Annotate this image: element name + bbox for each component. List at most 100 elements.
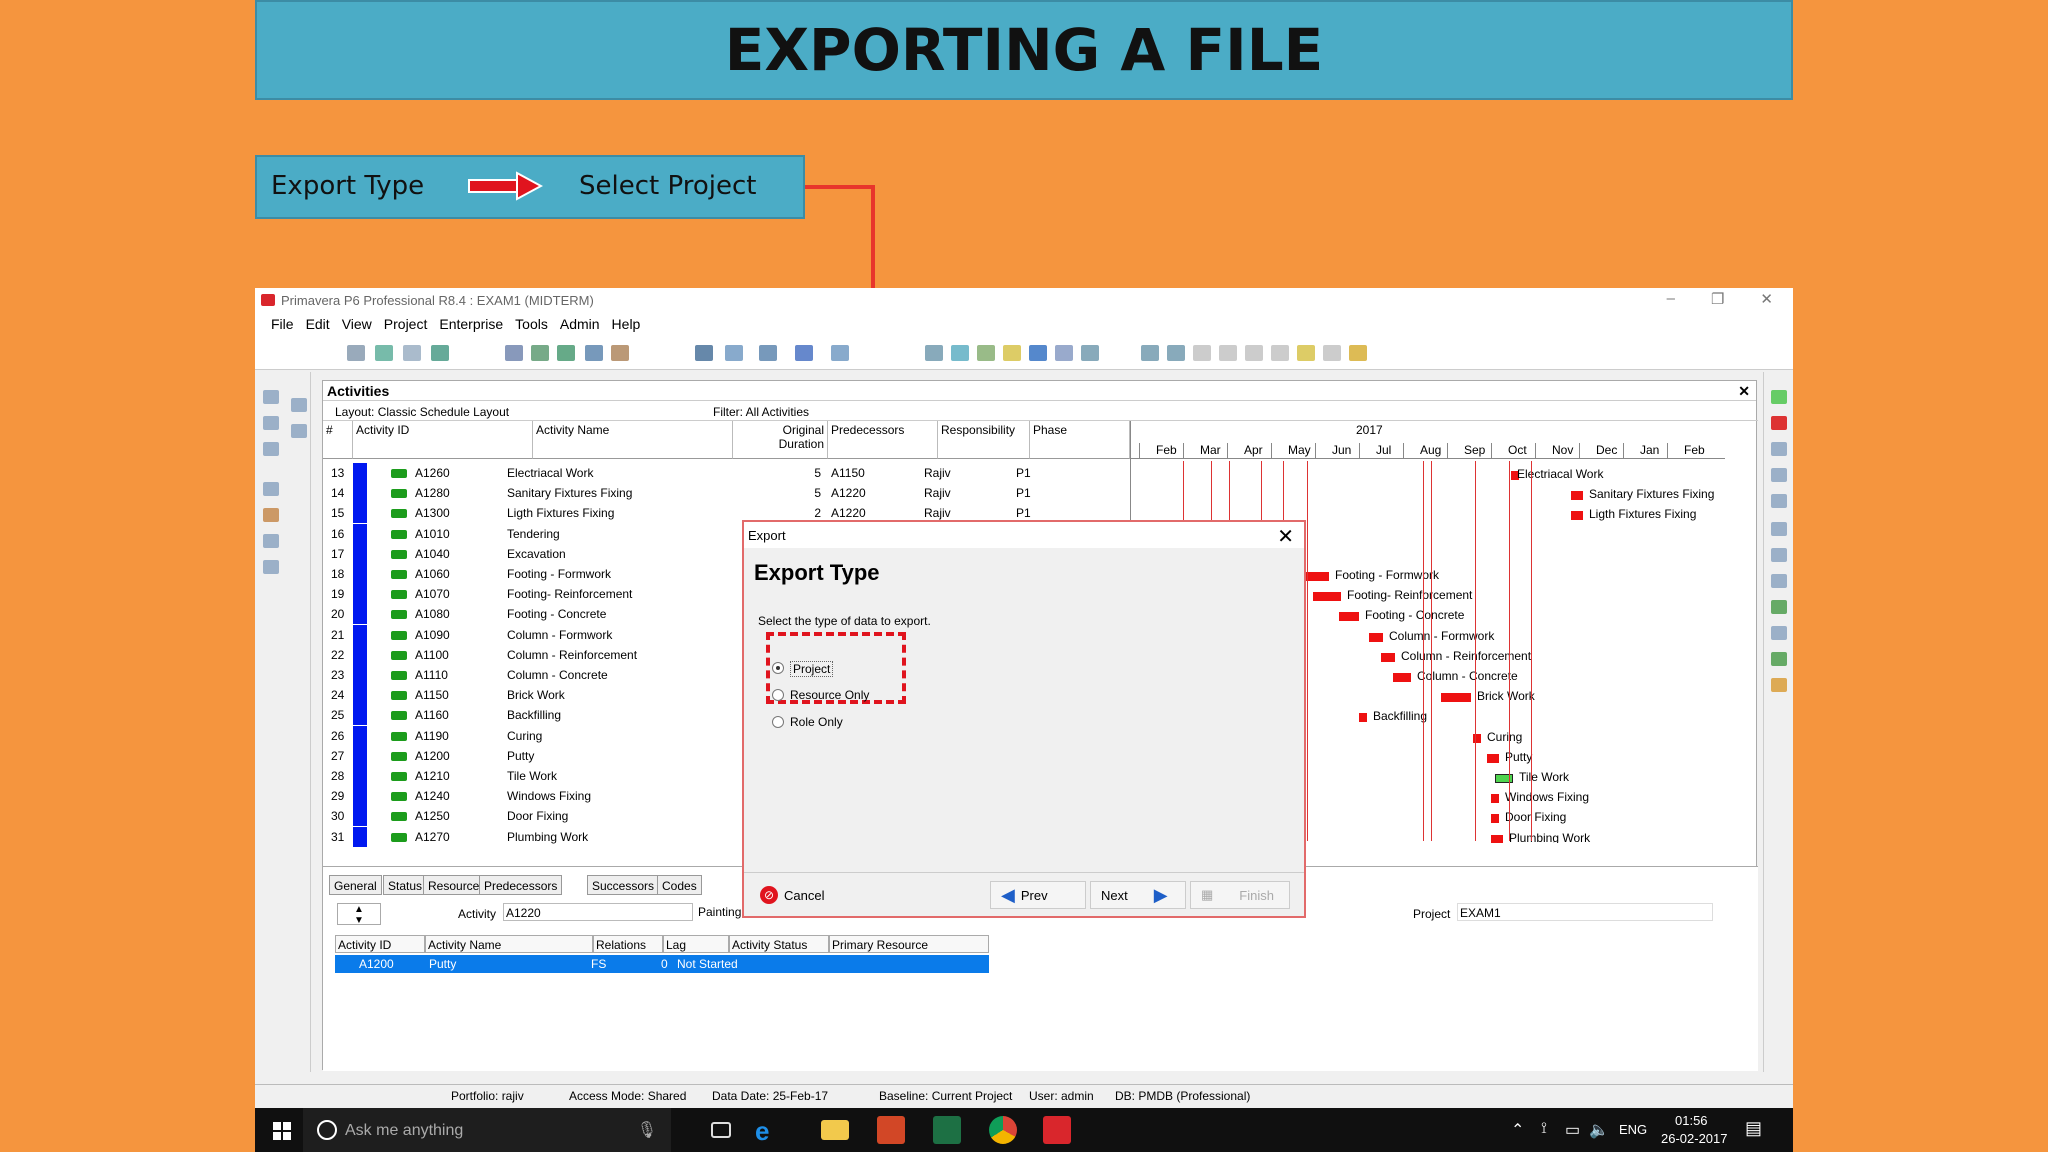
row-activity-id: A1070 [415, 587, 450, 602]
gantt-bar[interactable] [1487, 753, 1499, 763]
gantt-bar[interactable] [1313, 592, 1341, 602]
option-role-only-label[interactable]: Role Only [790, 715, 843, 729]
excel-icon[interactable] [933, 1116, 961, 1144]
row-activity-id: A1100 [415, 647, 449, 662]
chrome-icon[interactable] [989, 1116, 1017, 1144]
layout-label[interactable]: Layout: Classic Schedule Layout [335, 405, 509, 419]
table-row[interactable]: 14 A1280 Sanitary Fixtures Fixing 5 A1220 Raj… [323, 483, 1113, 504]
restore-icon[interactable]: ❐ [1711, 290, 1724, 308]
tab-predecessors[interactable]: Predecessors [479, 875, 563, 895]
menu-view[interactable]: View [342, 316, 372, 332]
next-button[interactable]: Next ▶ [1090, 881, 1186, 909]
network-icon[interactable]: ⟟ [1541, 1120, 1547, 1138]
search-box[interactable]: Ask me anything 🎙 [303, 1108, 671, 1152]
minimize-icon[interactable]: – [1667, 290, 1675, 308]
tab-codes[interactable]: Codes [657, 875, 702, 895]
dialog-close-icon[interactable]: ✕ [1277, 524, 1294, 549]
row-activity-name: Door Fixing [507, 809, 569, 824]
gantt-bar[interactable] [1359, 713, 1367, 723]
filter-label[interactable]: Filter: All Activities [713, 405, 809, 419]
menu-project[interactable]: Project [384, 316, 428, 332]
edge-icon[interactable]: e [755, 1116, 783, 1146]
col-header-num[interactable]: # [323, 421, 353, 459]
col-header-activity-id[interactable]: Activity ID [353, 421, 533, 459]
gantt-bar[interactable] [1369, 632, 1383, 642]
status-baseline: Baseline: Current Project [879, 1089, 1013, 1103]
gantt-month-label: Aug [1403, 443, 1447, 459]
col-header-phase[interactable]: Phase [1030, 421, 1130, 459]
primavera-taskbar-icon[interactable] [1043, 1116, 1071, 1144]
activity-status-icon [391, 711, 407, 721]
gantt-bar[interactable] [1571, 491, 1583, 501]
menu-tools[interactable]: Tools [515, 316, 548, 332]
project-field[interactable]: EXAM1 [1457, 903, 1713, 921]
row-activity-id: A1250 [415, 809, 450, 824]
tray-chevron-icon[interactable]: ⌃ [1511, 1120, 1524, 1140]
close-icon[interactable]: ✕ [1760, 290, 1773, 308]
col-header-responsibility[interactable]: Responsibility [938, 421, 1030, 459]
gantt-bar[interactable] [1571, 511, 1583, 521]
menu-edit[interactable]: Edit [306, 316, 330, 332]
activity-status-icon [391, 731, 407, 741]
row-responsibility: Rajiv [924, 466, 951, 480]
tab-successors[interactable]: Successors [587, 875, 660, 895]
gantt-bar[interactable] [1491, 834, 1503, 843]
finish-button[interactable]: ▦ Finish [1190, 881, 1290, 909]
menu-file[interactable]: File [271, 316, 294, 332]
col-header[interactable]: Activity Status [729, 935, 829, 953]
row-activity-name: Column - Reinforcement [507, 647, 638, 662]
radio-project[interactable] [772, 662, 784, 674]
next-label: Next [1101, 887, 1128, 903]
table-row[interactable]: A1200 Putty FS 0 Not Started [335, 955, 989, 973]
row-number: 21 [331, 627, 345, 642]
col-header-activity-name[interactable]: Activity Name [533, 421, 733, 459]
gantt-bar[interactable] [1339, 612, 1359, 622]
col-header[interactable]: Activity ID [335, 935, 425, 953]
option-project-label[interactable]: Project [790, 661, 834, 677]
toolbar [255, 336, 1793, 370]
col-header-duration[interactable]: Original Duration [733, 421, 828, 459]
battery-icon[interactable]: ▭ [1565, 1120, 1580, 1140]
gantt-bar[interactable] [1495, 774, 1513, 783]
col-header[interactable]: Relations [593, 935, 663, 953]
panel-close-icon[interactable]: ✕ [1738, 383, 1750, 400]
col-header[interactable]: Primary Resource [829, 935, 989, 953]
tab-status[interactable]: Status [383, 875, 428, 895]
gantt-bar-label: Column - Concrete [1417, 669, 1518, 683]
tab-general[interactable]: General [329, 875, 382, 895]
language-indicator[interactable]: ENG [1619, 1122, 1647, 1137]
row-color-bar [353, 624, 367, 645]
gantt-bar[interactable] [1441, 693, 1471, 703]
menu-help[interactable]: Help [612, 316, 641, 332]
menu-admin[interactable]: Admin [560, 316, 600, 332]
table-row[interactable]: 13 A1260 Electriacal Work 5 A1150 Rajiv P1 [323, 463, 1113, 483]
gantt-month-label: Feb [1667, 443, 1711, 459]
clock-time[interactable]: 01:56 [1675, 1113, 1708, 1128]
cancel-button[interactable]: ⊘ Cancel [750, 881, 834, 909]
activity-field[interactable]: A1220 [503, 903, 693, 921]
menu-enterprise[interactable]: Enterprise [439, 316, 503, 332]
gantt-bar[interactable] [1381, 652, 1395, 662]
spin-arrows-icon[interactable]: ▲ ▼ [337, 903, 381, 926]
row-activity-name: Putty [429, 957, 457, 971]
task-view-icon[interactable] [711, 1122, 731, 1138]
col-header[interactable]: Lag [663, 935, 729, 953]
microphone-icon[interactable]: 🎙 [637, 1120, 657, 1140]
col-header[interactable]: Activity Name [425, 935, 593, 953]
next-arrow-icon: ▶ [1153, 884, 1168, 905]
clock-date[interactable]: 26-02-2017 [1661, 1131, 1728, 1146]
col-header-predecessors[interactable]: Predecessors [828, 421, 938, 459]
notifications-icon[interactable]: ▤ [1745, 1118, 1762, 1139]
option-resource-only-label[interactable]: Resource Only [790, 688, 869, 702]
radio-resource-only[interactable] [772, 689, 784, 701]
prev-button[interactable]: ◀ Prev [990, 881, 1086, 909]
file-explorer-icon[interactable] [821, 1120, 849, 1140]
gantt-bar-label: Backfilling [1373, 709, 1428, 724]
gantt-bar[interactable] [1491, 794, 1499, 804]
radio-role-only[interactable] [772, 716, 784, 728]
volume-icon[interactable]: 🔈 [1589, 1120, 1609, 1140]
powerpoint-icon[interactable] [877, 1116, 905, 1144]
windows-start-icon[interactable] [273, 1122, 291, 1140]
gantt-bar[interactable] [1491, 814, 1499, 824]
gantt-bar[interactable] [1393, 673, 1411, 682]
